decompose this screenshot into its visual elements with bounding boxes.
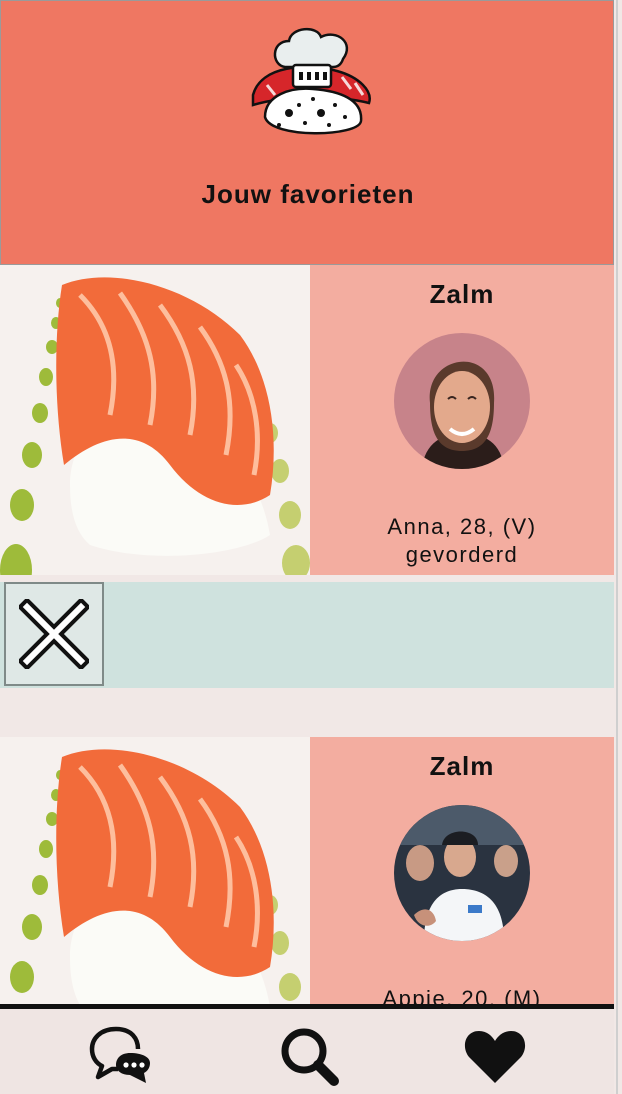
nav-search-button[interactable]: [274, 1023, 344, 1089]
heart-icon: [464, 1031, 526, 1083]
favorite-info-panel: Zalm Anna, 28, (V) gevorderd: [310, 265, 614, 575]
bottom-nav: [0, 1004, 614, 1094]
remove-favorite-bar: [0, 582, 614, 688]
favorite-card[interactable]: Zalm Anna, 28, (V) gevorderd: [0, 265, 614, 575]
salmon-nigiri-photo: [0, 265, 310, 575]
app-screen: Jouw favorieten Zalm Anna, 28, (V) gevor…: [0, 0, 618, 1094]
sushi-chef-logo-icon: [251, 28, 371, 135]
dish-name: Zalm: [429, 751, 495, 781]
chef-details: Anna, 28, (V) gevorderd: [310, 513, 614, 569]
chef-avatar[interactable]: [394, 805, 530, 941]
nav-favorites-button[interactable]: [460, 1023, 530, 1089]
chat-bubbles-icon: [89, 1026, 150, 1083]
nav-chat-button[interactable]: [86, 1023, 156, 1089]
chef-name-age-gender: Anna, 28, (V): [387, 514, 537, 539]
salmon-nigiri-photo: [0, 737, 310, 1007]
dish-name: Zalm: [429, 279, 495, 309]
remove-favorite-button[interactable]: [4, 582, 104, 686]
page-title: Jouw favorieten: [201, 179, 415, 209]
favorite-card[interactable]: Zalm Appie, 20, (M): [0, 737, 614, 1011]
header: Jouw favorieten: [0, 0, 614, 265]
chef-level: gevorderd: [405, 542, 519, 567]
chef-avatar[interactable]: [394, 333, 530, 469]
close-x-icon: [19, 599, 89, 669]
search-icon: [281, 1028, 339, 1086]
favorite-info-panel: Zalm Appie, 20, (M): [310, 737, 614, 1011]
